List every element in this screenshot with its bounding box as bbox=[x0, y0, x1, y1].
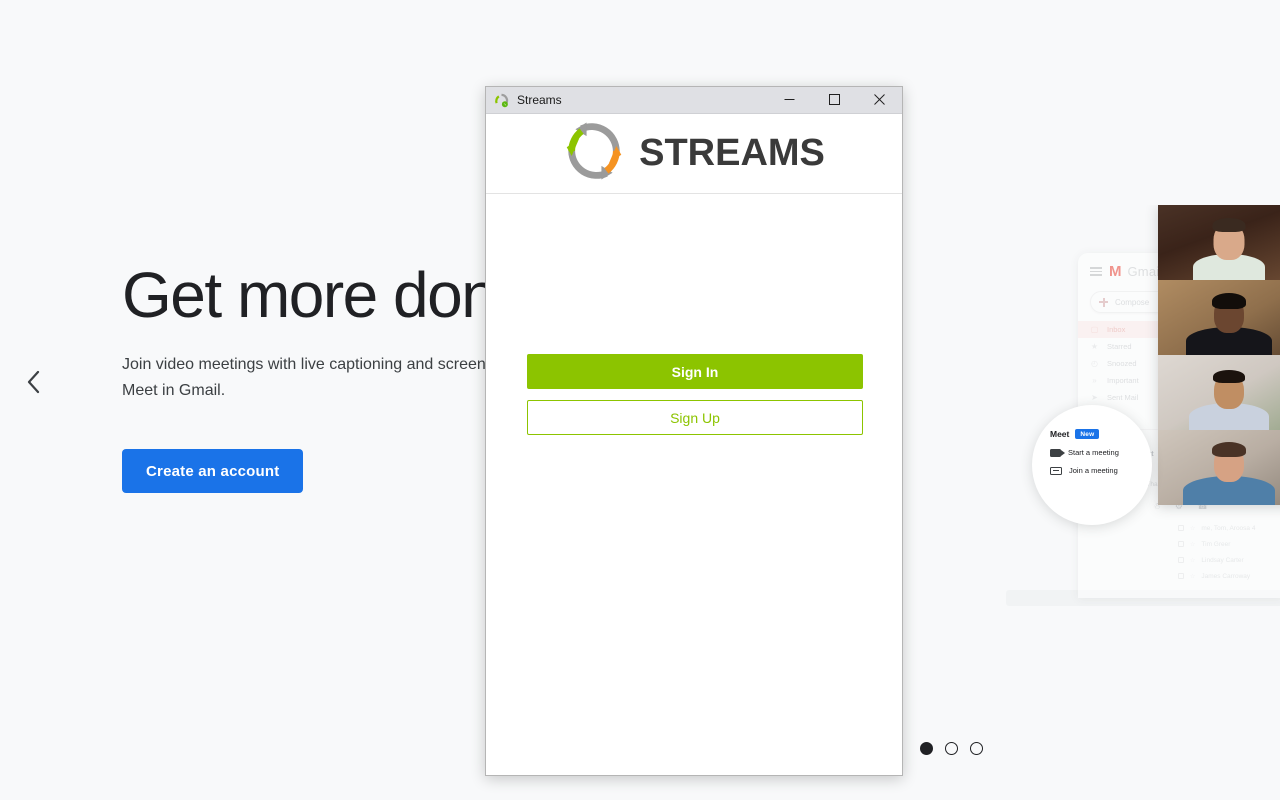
sidebar-item-label: Important bbox=[1107, 376, 1139, 385]
streams-ring-icon bbox=[494, 93, 509, 108]
join-a-meeting-label: Join a meeting bbox=[1069, 466, 1118, 475]
mail-sender: Tim Greer bbox=[1201, 540, 1231, 548]
carousel-dot-2[interactable] bbox=[945, 742, 958, 755]
screen-root: Get more done Join video meetings with l… bbox=[0, 0, 1280, 800]
auth-actions: Sign In Sign Up bbox=[527, 354, 863, 435]
meet-callout: Meet New Start a meeting Join a meeting bbox=[1032, 405, 1152, 525]
mail-list-row: ☆ Tim Greer bbox=[1178, 536, 1280, 552]
start-a-meeting-label: Start a meeting bbox=[1068, 448, 1119, 457]
sidebar-item-label: Sent Mail bbox=[1107, 393, 1139, 402]
mail-list-row: ☆ James Carroway bbox=[1178, 568, 1280, 584]
checkbox-icon bbox=[1178, 525, 1184, 531]
streams-app-window: Streams STREAMS Sign In Sign Up bbox=[485, 86, 903, 776]
carousel-dots bbox=[920, 742, 983, 755]
page-title: Get more done bbox=[122, 259, 531, 331]
video-tile-participant-2 bbox=[1158, 280, 1280, 355]
carousel-dot-3[interactable] bbox=[970, 742, 983, 755]
maximize-button[interactable] bbox=[812, 87, 857, 114]
create-account-button[interactable]: Create an account bbox=[122, 449, 304, 493]
star-icon: ★ bbox=[1090, 342, 1099, 351]
clock-icon: ◴ bbox=[1091, 359, 1098, 368]
sidebar-item-label: Inbox bbox=[1107, 325, 1126, 334]
new-badge: New bbox=[1075, 429, 1100, 439]
window-titlebar[interactable]: Streams bbox=[486, 87, 902, 114]
sidebar-item-label: Snoozed bbox=[1107, 359, 1137, 368]
video-tiles-strip bbox=[1158, 205, 1280, 505]
mail-sender: James Carroway bbox=[1201, 572, 1251, 580]
meet-callout-header: Meet New bbox=[1050, 429, 1152, 439]
close-icon bbox=[874, 93, 885, 108]
video-tile-participant-3 bbox=[1158, 355, 1280, 430]
sidebar-item-label: Starred bbox=[1107, 342, 1132, 351]
inbox-icon: ▢ bbox=[1090, 325, 1099, 334]
star-icon: ☆ bbox=[1190, 541, 1196, 548]
window-controls bbox=[767, 87, 902, 114]
star-icon: ☆ bbox=[1190, 557, 1196, 564]
join-a-meeting-item: Join a meeting bbox=[1050, 466, 1152, 475]
minimize-icon bbox=[784, 93, 795, 108]
carousel-dot-1[interactable] bbox=[920, 742, 933, 755]
star-icon: ☆ bbox=[1190, 573, 1196, 580]
window-title: Streams bbox=[517, 93, 562, 107]
star-icon: ☆ bbox=[1190, 525, 1196, 532]
hero-artwork: M Gmail Compose ▢ Inbox ★ Starred ◴ Snoo… bbox=[1000, 205, 1280, 615]
hamburger-icon bbox=[1090, 267, 1102, 276]
start-a-meeting-item: Start a meeting bbox=[1050, 448, 1152, 457]
plus-icon bbox=[1099, 297, 1108, 307]
streams-ring-logo bbox=[563, 120, 625, 187]
important-icon: » bbox=[1092, 376, 1097, 385]
sign-in-button[interactable]: Sign In bbox=[527, 354, 863, 389]
mail-list-row: ☆ Lindsay Carter bbox=[1178, 552, 1280, 568]
video-tile-participant-1 bbox=[1158, 205, 1280, 280]
mail-sender: Lindsay Carter bbox=[1201, 556, 1244, 564]
compose-label: Compose bbox=[1115, 297, 1150, 307]
close-button[interactable] bbox=[857, 87, 902, 114]
app-content: Sign In Sign Up bbox=[486, 194, 902, 775]
checkbox-icon bbox=[1178, 557, 1184, 563]
brand-header: STREAMS bbox=[486, 114, 902, 194]
sign-up-button[interactable]: Sign Up bbox=[527, 400, 863, 435]
brand-wordmark: STREAMS bbox=[639, 132, 825, 174]
carousel-prev-button[interactable] bbox=[18, 366, 50, 398]
minimize-button[interactable] bbox=[767, 87, 812, 114]
meet-title: Meet bbox=[1050, 429, 1070, 439]
mail-list-row: ☆ me, Tom, Aroosa 4 bbox=[1178, 520, 1280, 536]
keyboard-icon bbox=[1050, 466, 1062, 475]
gmail-logo-icon: M bbox=[1109, 263, 1121, 280]
video-tile-participant-4 bbox=[1158, 430, 1280, 505]
checkbox-icon bbox=[1178, 573, 1184, 579]
maximize-icon bbox=[829, 93, 840, 108]
mail-sender: me, Tom, Aroosa 4 bbox=[1201, 524, 1256, 532]
video-camera-icon bbox=[1050, 448, 1065, 457]
send-icon: ➤ bbox=[1091, 393, 1098, 402]
checkbox-icon bbox=[1178, 541, 1184, 547]
chevron-left-icon bbox=[26, 369, 42, 395]
